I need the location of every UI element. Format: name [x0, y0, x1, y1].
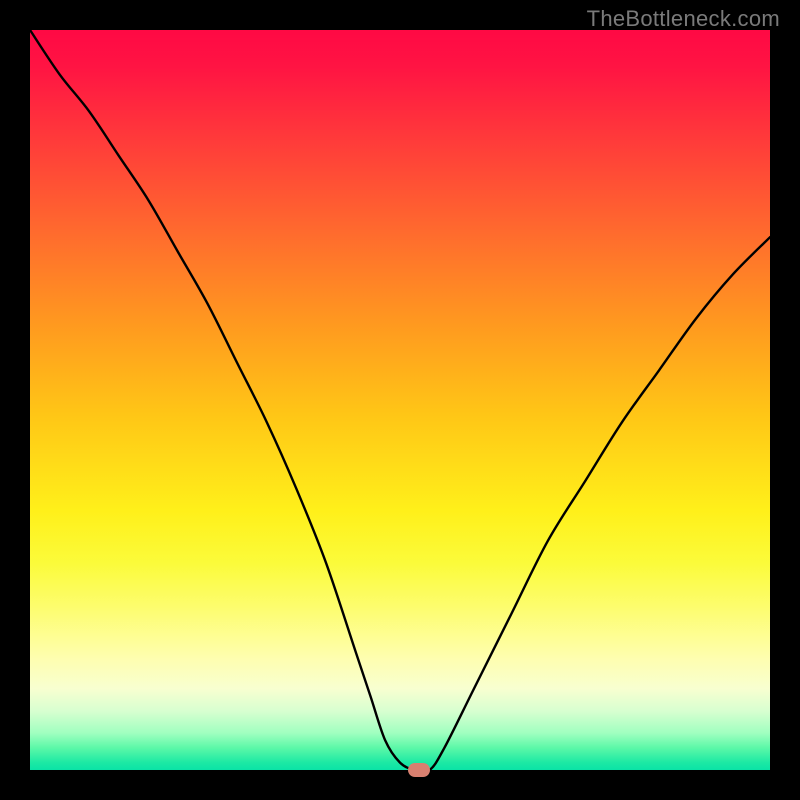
- optimal-marker: [408, 763, 430, 777]
- chart-container: TheBottleneck.com: [0, 0, 800, 800]
- plot-area: [30, 30, 770, 770]
- curve-svg: [30, 30, 770, 770]
- bottleneck-curve: [30, 30, 770, 770]
- watermark-text: TheBottleneck.com: [587, 6, 780, 32]
